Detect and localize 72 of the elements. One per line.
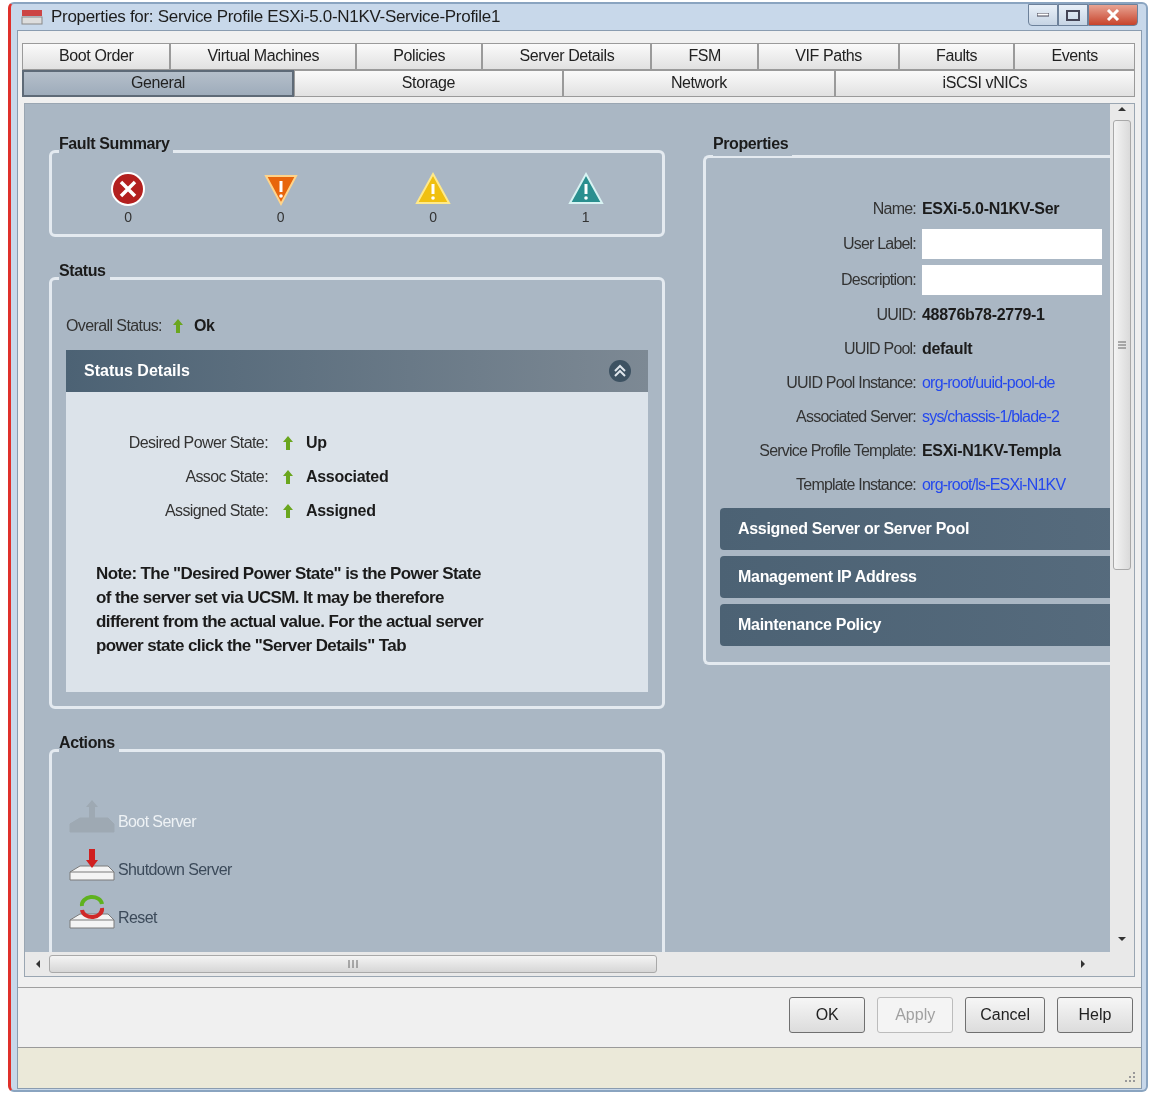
status-value: Ok: [193, 315, 215, 336]
panel-title: Status Details: [84, 360, 190, 381]
tab[interactable]: Policies: [356, 42, 483, 70]
dialog-button[interactable]: Cancel: [965, 997, 1045, 1033]
scrollbar-thumb[interactable]: [1113, 119, 1131, 570]
fault-count: 1: [581, 207, 590, 227]
app-icon: [21, 7, 43, 26]
note-text: Note: The "Desired Power State" is the Power State of the server set via UCSM. It may be therefore different from the actual value. For the actual server power state click the "Server Details" Tab: [96, 562, 485, 657]
resize-grip-icon[interactable]: [1123, 1069, 1137, 1084]
minimize-button[interactable]: [1028, 4, 1058, 26]
input-field[interactable]: [922, 229, 1102, 259]
field-label: Assoc State:: [184, 466, 268, 487]
tab[interactable]: Boot Order: [22, 42, 171, 70]
up-arrow-icon: [282, 502, 294, 519]
tab[interactable]: FSM: [651, 42, 759, 70]
up-arrow-icon: [282, 468, 294, 485]
up-arrow-icon: [171, 317, 184, 334]
field-label: UUID Pool:: [842, 339, 916, 359]
tab[interactable]: Network: [563, 69, 835, 97]
field-value: ESXi-5.0-N1KV-Ser: [922, 199, 1060, 219]
field-label: User Label:: [841, 234, 916, 254]
tab[interactable]: iSCSI vNICs: [834, 69, 1135, 97]
field-label: Description:: [840, 270, 916, 290]
field-label: UUID:: [875, 305, 916, 325]
status-value: Up: [306, 432, 327, 453]
panel-header[interactable]: Status Details: [66, 349, 648, 392]
up-arrow-icon: [282, 434, 294, 451]
field-value: default: [922, 339, 973, 359]
fault-count: 0: [429, 207, 438, 227]
tab[interactable]: Faults: [898, 42, 1015, 70]
tab[interactable]: VIF Paths: [758, 42, 899, 70]
tab[interactable]: Events: [1014, 42, 1135, 70]
fault-count: 0: [124, 207, 133, 227]
minor-fault-icon: [415, 170, 452, 207]
field-value: ESXi-N1KV-Templa: [922, 441, 1061, 461]
scroll-right-icon[interactable]: [1078, 957, 1088, 970]
scrollbar-thumb[interactable]: [49, 954, 657, 973]
minimize-icon: [1037, 13, 1049, 17]
section-header[interactable]: Maintenance Policy: [720, 604, 1110, 646]
warning-fault-icon: [567, 170, 604, 207]
action-link[interactable]: Reset: [118, 905, 157, 930]
field-label: Overall Status:: [66, 315, 162, 336]
tab[interactable]: Storage: [293, 69, 563, 97]
close-button[interactable]: [1088, 4, 1138, 26]
collapse-icon[interactable]: [608, 358, 632, 383]
field-label: Desired Power State:: [127, 432, 268, 453]
field-label: UUID Pool Instance:: [785, 373, 916, 393]
dialog-button[interactable]: OK: [789, 997, 866, 1033]
status-value: Assigned: [306, 500, 376, 521]
field-label: Name:: [871, 199, 916, 219]
field-label: Template Instance:: [795, 475, 916, 495]
server-refresh-icon[interactable]: [68, 893, 116, 930]
fault-count: 0: [276, 207, 285, 227]
section-header[interactable]: Management IP Address: [720, 556, 1110, 598]
field-label: Associated Server:: [795, 407, 916, 427]
status-value: Associated: [306, 466, 389, 487]
dialog-button[interactable]: Help: [1057, 997, 1133, 1033]
critical-fault-icon: [110, 170, 147, 207]
input-field[interactable]: [922, 265, 1102, 295]
maximize-icon: [1066, 9, 1080, 21]
tab[interactable]: Virtual Machines: [170, 42, 357, 70]
field-value: 48876b78-2779-1: [922, 305, 1045, 325]
maximize-button[interactable]: [1058, 4, 1088, 26]
action-link[interactable]: Shutdown Server: [118, 857, 232, 882]
field-label: Assigned State:: [163, 500, 268, 521]
tab[interactable]: General: [22, 69, 294, 97]
window-title: Properties for: Service Profile ESXi-5.0-N1KV-Service-Profile1: [51, 6, 501, 28]
field-label: Service Profile Template:: [758, 441, 916, 461]
tab[interactable]: Server Details: [482, 42, 652, 70]
section-header[interactable]: Assigned Server or Server Pool: [720, 508, 1110, 550]
action-link: Boot Server: [118, 811, 196, 832]
close-icon: [1106, 9, 1120, 21]
